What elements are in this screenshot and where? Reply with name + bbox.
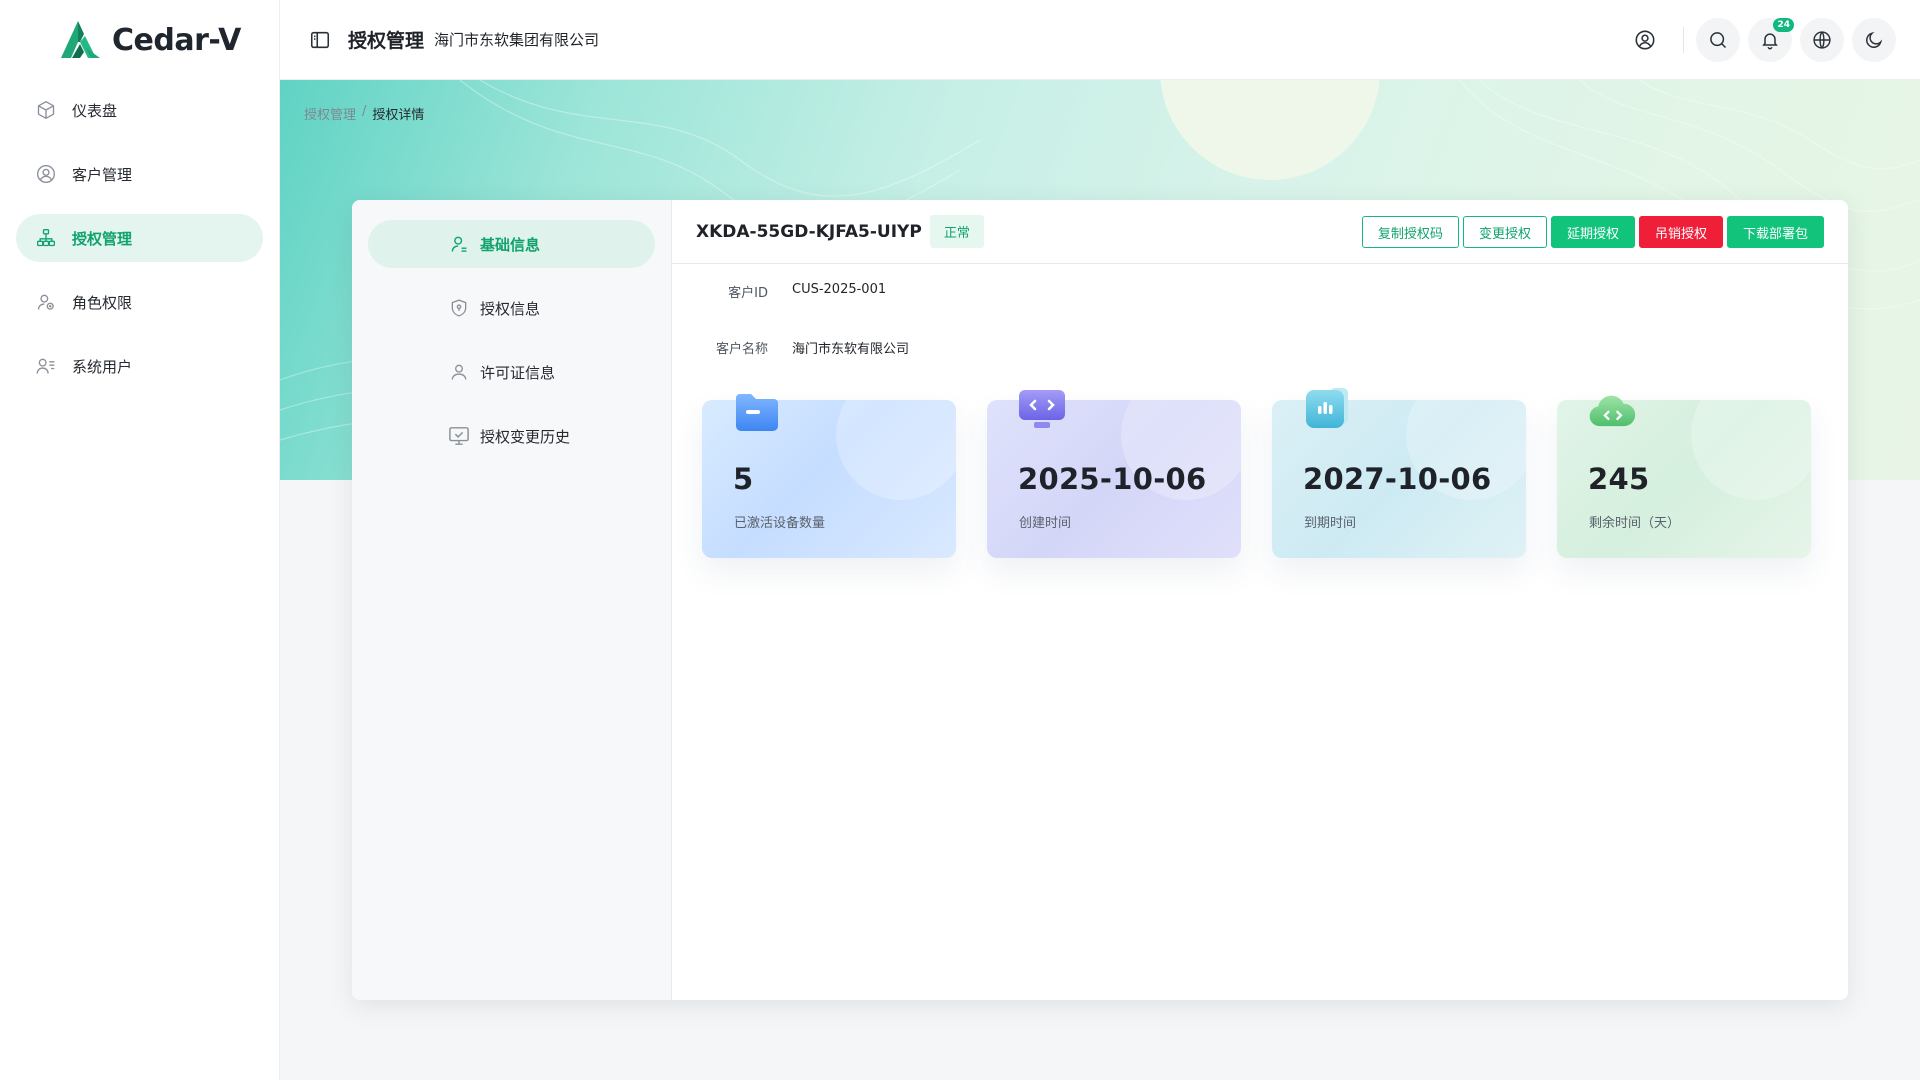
tab-label: 基础信息: [480, 235, 541, 254]
breadcrumb-separator: /: [362, 104, 367, 119]
license-header: XKDA-55GD-KJFA5-UIYP 正常 复制授权码 变更授权 延期授权 …: [672, 200, 1848, 264]
header-divider: [1683, 27, 1684, 53]
sidebar-item-roles[interactable]: 角色权限: [16, 278, 263, 326]
detail-content: XKDA-55GD-KJFA5-UIYP 正常 复制授权码 变更授权 延期授权 …: [672, 200, 1848, 1000]
stat-card-activated-devices: 5 已激活设备数量: [702, 394, 956, 558]
sidebar-item-label: 仪表盘: [72, 101, 118, 120]
tab-certificate-info[interactable]: 许可证信息: [368, 348, 655, 396]
code-monitor-icon: [1019, 390, 1065, 428]
customer-name-label: 客户名称: [715, 342, 768, 357]
customer-id-label: 客户ID: [728, 286, 768, 301]
page-title: 授权管理: [348, 30, 425, 52]
shield-icon: [448, 297, 470, 319]
stat-label: 已激活设备数量: [734, 516, 826, 531]
app-name: Cedar-V: [112, 22, 241, 58]
bell-icon[interactable]: 24: [1748, 18, 1794, 62]
stat-value: 245: [1588, 462, 1650, 496]
tab-label: 授权信息: [480, 299, 541, 318]
customer-name-row: 客户名称 海门市东软有限公司: [672, 338, 909, 357]
license-actions: 复制授权码 变更授权 延期授权 吊销授权 下载部署包: [1361, 216, 1824, 248]
extend-license-button[interactable]: 延期授权: [1550, 216, 1635, 248]
customer-id-row: 客户ID CUS-2025-001: [672, 282, 886, 301]
monitor-check-icon: [448, 425, 470, 447]
detail-tabs: 基础信息 授权信息 许可证信息 授权变更历史: [352, 200, 672, 1000]
decorative-circle: [836, 400, 956, 500]
user-outline-icon: [448, 361, 470, 383]
stat-card-created-time: 2025-10-06 创建时间: [987, 390, 1241, 558]
sidebar-toggle-icon[interactable]: [308, 28, 332, 52]
sidebar-item-label: 授权管理: [72, 229, 133, 248]
sidebar-menu: 仪表盘 客户管理 授权管理 角色权限 系统用户: [0, 86, 279, 390]
breadcrumb: 授权管理 / 授权详情: [304, 104, 424, 123]
cloud-code-icon: [1589, 395, 1636, 427]
globe-icon[interactable]: [1800, 18, 1844, 62]
stat-label: 创建时间: [1019, 516, 1072, 531]
revoke-license-button[interactable]: 吊销授权: [1638, 216, 1723, 248]
header-actions: 24: [1615, 18, 1896, 62]
top-header: 授权管理 海门市东软集团有限公司 24: [280, 0, 1920, 80]
org-chart-icon: [34, 226, 58, 250]
folder-icon: [736, 394, 778, 431]
stat-value: 5: [733, 462, 754, 496]
stat-card-expiry-time: 2027-10-06 到期时间: [1272, 388, 1526, 558]
tab-basic-info[interactable]: 基础信息: [368, 220, 655, 268]
sidebar-item-label: 角色权限: [72, 293, 133, 312]
sidebar-item-system-users[interactable]: 系统用户: [16, 342, 263, 390]
license-code: XKDA-55GD-KJFA5-UIYP: [696, 221, 922, 242]
tab-label: 授权变更历史: [480, 427, 571, 446]
sidebar-item-customers[interactable]: 客户管理: [16, 150, 263, 198]
cube-icon: [34, 98, 58, 122]
search-icon[interactable]: [1696, 18, 1740, 62]
change-license-button[interactable]: 变更授权: [1462, 216, 1547, 248]
tab-change-history[interactable]: 授权变更历史: [368, 412, 655, 460]
breadcrumb-current: 授权详情: [372, 108, 425, 123]
download-package-button[interactable]: 下载部署包: [1726, 216, 1824, 248]
customer-name-value: 海门市东软有限公司: [792, 342, 910, 357]
users-role-icon: [34, 290, 58, 314]
user-account-icon[interactable]: [1623, 18, 1667, 62]
status-badge: 正常: [929, 215, 984, 248]
sidebar-item-licenses[interactable]: 授权管理: [16, 214, 263, 262]
tab-license-info[interactable]: 授权信息: [368, 284, 655, 332]
sidebar-item-label: 系统用户: [72, 357, 133, 376]
moon-icon[interactable]: [1852, 18, 1896, 62]
user-list-icon: [34, 354, 58, 378]
stat-card-remaining-days: 245 剩余时间（天）: [1557, 395, 1811, 558]
stat-value: 2027-10-06: [1303, 462, 1492, 496]
tab-label: 许可证信息: [480, 363, 556, 382]
stats-row: 5 已激活设备数量 2025-10-06 创建时间 2027-10-06 到期时…: [702, 388, 1811, 558]
decorative-circle: [1691, 400, 1811, 500]
company-name: 海门市东软集团有限公司: [434, 31, 600, 49]
sidebar: Cedar-V 仪表盘 客户管理 授权管理 角色权限 系统用户: [0, 0, 280, 1080]
stat-value: 2025-10-06: [1018, 462, 1207, 496]
user-icon: [448, 233, 470, 255]
app-logo[interactable]: Cedar-V: [0, 0, 279, 80]
user-circle-icon: [34, 162, 58, 186]
cedar-logo-icon: [61, 21, 100, 58]
sidebar-item-dashboard[interactable]: 仪表盘: [16, 86, 263, 134]
bar-chart-icon: [1306, 388, 1348, 428]
notification-badge: 24: [1773, 18, 1794, 32]
copy-license-button[interactable]: 复制授权码: [1361, 216, 1459, 248]
stat-label: 剩余时间（天）: [1589, 516, 1681, 531]
stat-label: 到期时间: [1304, 516, 1357, 531]
sidebar-item-label: 客户管理: [72, 165, 133, 184]
customer-id-value: CUS-2025-001: [792, 282, 887, 297]
license-detail-card: 基础信息 授权信息 许可证信息 授权变更历史 XKDA-55GD-KJFA5-U…: [352, 200, 1848, 1000]
breadcrumb-parent[interactable]: 授权管理: [304, 104, 356, 123]
